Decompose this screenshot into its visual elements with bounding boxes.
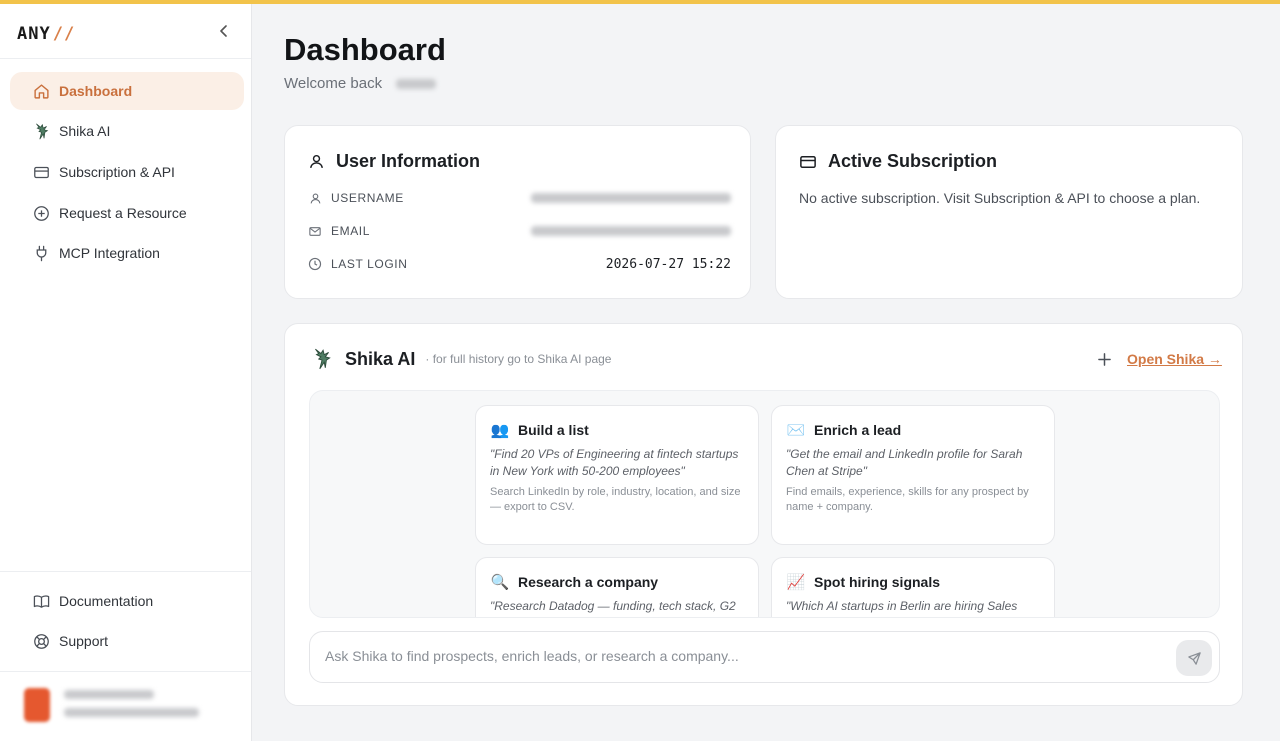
sidebar-item-label: MCP Integration xyxy=(59,245,160,261)
suggestion-title-text: Enrich a lead xyxy=(814,422,902,438)
chat-composer xyxy=(309,631,1220,683)
redacted-email xyxy=(531,226,731,236)
card-title-text: Active Subscription xyxy=(828,151,998,171)
suggestion-card-research-company[interactable]: 🔍 Research a company "Research Datadog —… xyxy=(475,557,759,617)
redacted-user-name xyxy=(396,79,437,89)
sidebar-item-documentation[interactable]: Documentation xyxy=(10,582,244,620)
chat-input[interactable] xyxy=(325,648,1165,664)
home-icon xyxy=(32,82,50,100)
sidebar-item-request-resource[interactable]: Request a Resource xyxy=(10,194,244,232)
sidebar-item-label: Subscription & API xyxy=(59,164,175,180)
suggestion-description: Find emails, experience, skills for any … xyxy=(786,486,1029,513)
sidebar-item-label: Shika AI xyxy=(59,123,111,139)
welcome-text: Welcome back xyxy=(284,75,437,92)
mail-icon xyxy=(307,223,323,239)
brand-name: ANY xyxy=(17,24,51,44)
info-row-username: USERNAME xyxy=(307,188,731,208)
clock-icon xyxy=(307,256,323,272)
credit-card-icon xyxy=(32,163,50,181)
redacted-username xyxy=(531,193,731,203)
card-title-text: User Information xyxy=(336,151,481,171)
plug-icon xyxy=(32,244,50,262)
suggestion-title: 🔍 Research a company xyxy=(490,573,744,591)
suggestion-title-text: Research a company xyxy=(518,574,659,590)
sidebar-item-label: Request a Resource xyxy=(59,205,187,221)
welcome-label: Welcome back xyxy=(284,75,383,92)
shika-title: Shika AI xyxy=(345,348,416,369)
shika-logo-icon xyxy=(311,346,333,372)
lifebuoy-icon xyxy=(32,632,50,650)
suggestion-example: "Find 20 VPs of Engineering at fintech s… xyxy=(490,447,739,478)
sidebar-divider xyxy=(0,58,251,59)
card-title: Active Subscription xyxy=(798,151,997,172)
suggestion-title: ✉️ Enrich a lead xyxy=(786,421,1040,439)
active-subscription-card: Active Subscription No active subscripti… xyxy=(775,125,1243,299)
brand-accent: // xyxy=(52,24,76,44)
info-label: LAST LOGIN xyxy=(331,257,408,271)
info-label: USERNAME xyxy=(331,191,404,205)
sidebar-divider xyxy=(0,671,251,672)
open-shika-link[interactable]: Open Shika → xyxy=(1127,351,1222,367)
card-title: User Information xyxy=(306,151,480,172)
redacted-user-email xyxy=(64,708,199,717)
suggestion-card-enrich-lead[interactable]: ✉️ Enrich a lead "Get the email and Link… xyxy=(771,405,1055,545)
suggestion-card-build-list[interactable]: 👥 Build a list "Find 20 VPs of Engineeri… xyxy=(475,405,759,545)
send-icon xyxy=(1187,651,1201,665)
info-label: EMAIL xyxy=(331,224,371,238)
people-icon: 👥 xyxy=(490,422,510,439)
suggestion-title-text: Spot hiring signals xyxy=(814,574,941,590)
sidebar-item-label: Documentation xyxy=(59,593,154,609)
sidebar-item-support[interactable]: Support xyxy=(10,622,244,660)
user-icon xyxy=(307,190,323,206)
send-button[interactable] xyxy=(1176,640,1212,676)
user-information-card: User Information USERNAME EMAIL LAST LOG… xyxy=(284,125,751,299)
sidebar-item-label: Dashboard xyxy=(59,83,133,99)
credit-card-icon xyxy=(798,152,818,172)
suggestions-panel[interactable]: 👥 Build a list "Find 20 VPs of Engineeri… xyxy=(309,390,1220,618)
chart-up-icon: 📈 xyxy=(786,574,806,591)
info-row-email: EMAIL xyxy=(307,221,731,241)
suggestion-title: 📈 Spot hiring signals xyxy=(786,573,1040,591)
info-row-last-login: LAST LOGIN 2026-07-27 15:22 xyxy=(307,254,731,274)
page-title: Dashboard xyxy=(284,32,446,67)
last-login-value: 2026-07-27 15:22 xyxy=(605,256,731,272)
subscription-message: No active subscription. Visit Subscripti… xyxy=(799,190,1201,206)
envelope-icon: ✉️ xyxy=(786,422,806,439)
collapse-sidebar-button[interactable] xyxy=(214,21,234,41)
user-icon xyxy=(306,152,326,172)
suggestion-title: 👥 Build a list xyxy=(490,421,744,439)
sidebar-item-mcp-integration[interactable]: MCP Integration xyxy=(10,234,244,272)
suggestion-example: "Research Datadog — funding, tech stack,… xyxy=(490,599,736,613)
shika-history-hint: · for full history go to Shika AI page xyxy=(425,352,612,366)
sidebar: ANY// Dashboard Shika AI Subscription & … xyxy=(0,4,252,741)
plus-circle-icon xyxy=(32,204,50,222)
chevron-left-icon xyxy=(220,25,227,37)
sidebar-item-dashboard[interactable]: Dashboard xyxy=(10,72,244,110)
redacted-user-name xyxy=(64,690,154,699)
shika-header: Shika AI · for full history go to Shika … xyxy=(311,346,611,372)
suggestion-description: Search LinkedIn by role, industry, locat… xyxy=(490,486,741,513)
shika-ai-card: Shika AI · for full history go to Shika … xyxy=(284,323,1243,706)
new-chat-button[interactable] xyxy=(1094,349,1114,369)
suggestion-title-text: Build a list xyxy=(518,422,589,438)
suggestion-example: "Which AI startups in Berlin are hiring … xyxy=(786,599,1018,613)
main-content: Dashboard Welcome back User Information … xyxy=(253,4,1280,741)
suggestion-card-hiring-signals[interactable]: 📈 Spot hiring signals "Which AI startups… xyxy=(771,557,1055,617)
suggestion-example: "Get the email and LinkedIn profile for … xyxy=(786,447,1023,478)
sidebar-item-shika-ai[interactable]: Shika AI xyxy=(10,112,244,150)
book-icon xyxy=(32,592,50,610)
sidebar-item-label: Support xyxy=(59,633,109,649)
avatar xyxy=(24,688,50,722)
sidebar-item-subscription-api[interactable]: Subscription & API xyxy=(10,153,244,191)
plus-icon xyxy=(1097,352,1111,366)
sidebar-divider xyxy=(0,571,251,572)
brand-logo[interactable]: ANY// xyxy=(17,24,75,44)
magnifier-icon: 🔍 xyxy=(490,574,510,591)
shika-logo-icon xyxy=(32,122,50,140)
